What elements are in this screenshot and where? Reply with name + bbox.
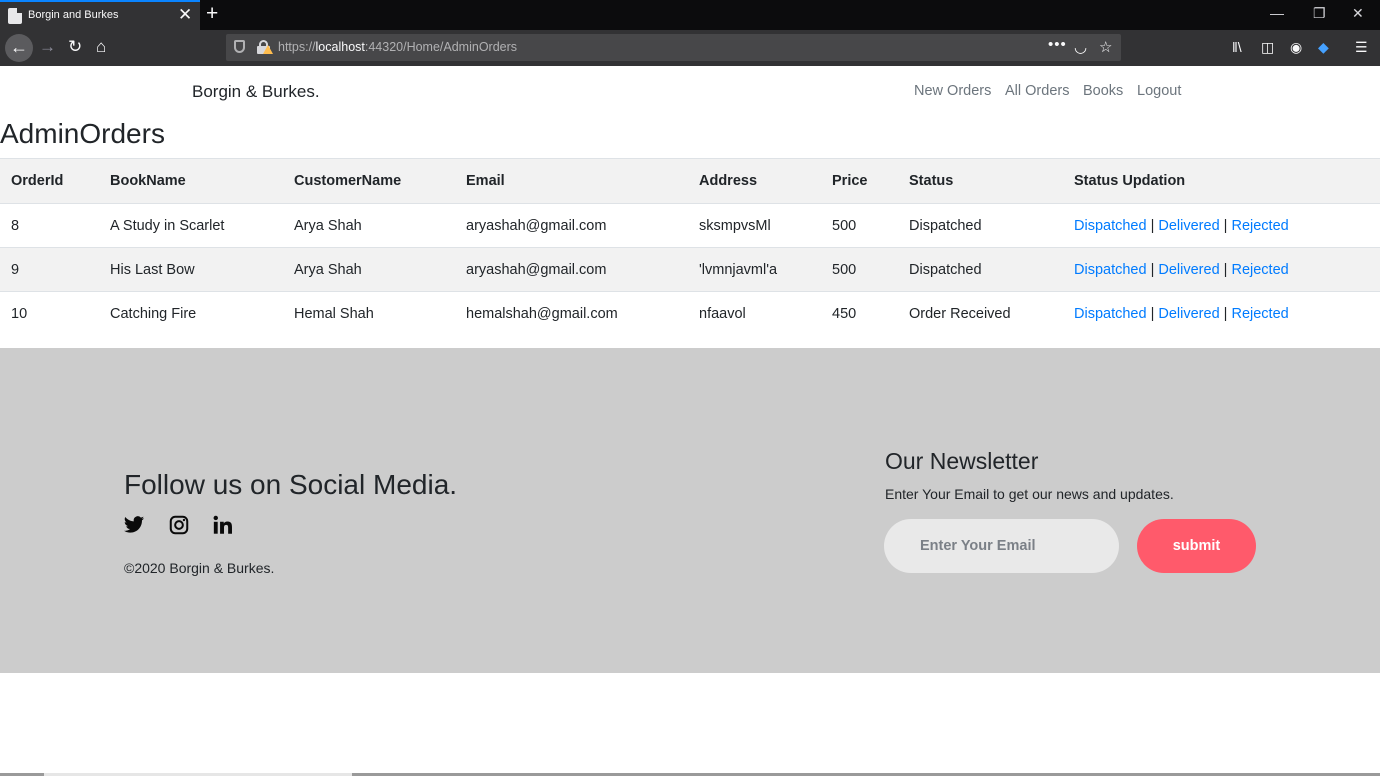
site-footer: Follow us on Social Media. ©2020 Borgin … — [0, 348, 1380, 673]
dispatched-link[interactable]: Dispatched — [1074, 218, 1147, 234]
status-cell: Order Received — [909, 305, 1011, 322]
separator: | — [1223, 217, 1228, 234]
rejected-link[interactable]: Rejected — [1231, 262, 1288, 278]
twitter-icon[interactable] — [123, 514, 145, 536]
rejected-link[interactable]: Rejected — [1231, 218, 1288, 234]
browser-tab[interactable]: Borgin and Burkes ✕ — [0, 0, 200, 30]
dispatched-link[interactable]: Dispatched — [1074, 262, 1147, 278]
address-cell: 'lvmnjavml'a — [688, 247, 821, 292]
browser-toolbar: ← → ↻ ⌂ https://localhost:44320/Home/Adm… — [0, 30, 1380, 66]
table-row: 10 Catching Fire Hemal Shah hemalshah@gm… — [0, 292, 1380, 336]
separator: | — [1223, 261, 1228, 278]
shield-icon[interactable] — [234, 40, 245, 53]
customer-name-cell: Arya Shah — [283, 203, 455, 248]
price-cell: 500 — [821, 203, 898, 248]
column-header: Price — [821, 158, 898, 204]
table-header-row: OrderId BookName CustomerName Email Addr… — [0, 158, 1380, 204]
book-name-cell: His Last Bow — [99, 247, 283, 292]
status-actions-cell: Dispatched | Delivered | Rejected — [1063, 203, 1380, 248]
column-header: Status — [898, 158, 1063, 204]
pocket-icon[interactable]: ◡ — [1074, 38, 1087, 56]
url-bar[interactable]: https://localhost:44320/Home/AdminOrders… — [226, 34, 1121, 61]
forward-icon[interactable]: → — [39, 36, 56, 58]
address-cell: nfaavol — [699, 305, 746, 322]
extension-icon[interactable]: ◆ — [1318, 39, 1329, 56]
order-id-cell: 10 — [11, 305, 28, 322]
browser-tab-bar: Borgin and Burkes ✕ + — ❐ ✕ — [0, 0, 1380, 30]
column-header: BookName — [99, 158, 283, 204]
instagram-icon[interactable] — [168, 514, 190, 536]
home-icon[interactable]: ⌂ — [96, 36, 106, 58]
order-id-cell: 8 — [0, 203, 99, 248]
column-header: Address — [688, 158, 821, 204]
price-cell: 500 — [821, 247, 898, 292]
tab-close-icon[interactable]: ✕ — [178, 5, 192, 25]
restore-icon[interactable]: ❐ — [1313, 5, 1326, 22]
nav-new-orders[interactable]: New Orders — [914, 83, 991, 99]
new-tab-icon[interactable]: + — [206, 2, 218, 26]
price-cell: 450 — [832, 305, 857, 322]
minimize-icon[interactable]: — — [1270, 5, 1284, 21]
page-title: AdminOrders — [0, 118, 165, 149]
column-header: OrderId — [0, 158, 99, 204]
column-header: Status Updation — [1063, 158, 1380, 204]
nav-all-orders[interactable]: All Orders — [1005, 83, 1069, 99]
account-icon[interactable]: ◉ — [1290, 39, 1302, 56]
delivered-link[interactable]: Delivered — [1158, 262, 1219, 278]
url-text[interactable]: https://localhost:44320/Home/AdminOrders — [278, 40, 517, 54]
sidebar-icon[interactable]: ◫ — [1261, 39, 1274, 56]
book-name-cell: Catching Fire — [110, 305, 197, 322]
copyright-text: ©2020 Borgin & Burkes. — [124, 560, 275, 576]
library-icon[interactable]: ‖\ — [1232, 39, 1242, 55]
linkedin-icon[interactable] — [212, 514, 234, 536]
more-icon[interactable]: ••• — [1048, 36, 1067, 53]
separator: | — [1150, 261, 1155, 278]
newsletter-email-input[interactable] — [884, 519, 1119, 573]
rejected-link[interactable]: Rejected — [1231, 306, 1288, 322]
site-brand[interactable]: Borgin & Burkes. — [192, 82, 320, 102]
address-cell: sksmpvsMl — [688, 203, 821, 248]
separator: | — [1150, 217, 1155, 234]
menu-icon[interactable]: ☰ — [1355, 39, 1368, 56]
column-header: Email — [455, 158, 688, 204]
book-name-cell: A Study in Scarlet — [99, 203, 283, 248]
delivered-link[interactable]: Delivered — [1158, 218, 1219, 234]
email-cell: hemalshah@gmail.com — [466, 305, 618, 322]
follow-heading: Follow us on Social Media. — [124, 469, 458, 500]
bookmark-star-icon[interactable]: ☆ — [1099, 38, 1112, 56]
status-actions-cell: Dispatched | Delivered | Rejected — [1063, 247, 1380, 292]
column-header: CustomerName — [283, 158, 455, 204]
status-cell: Dispatched — [898, 247, 1063, 292]
nav-books[interactable]: Books — [1083, 83, 1123, 99]
order-id-cell: 9 — [0, 247, 99, 292]
customer-name-cell: Hemal Shah — [294, 305, 374, 322]
email-cell: aryashah@gmail.com — [455, 203, 688, 248]
orders-table: OrderId BookName CustomerName Email Addr… — [0, 158, 1380, 336]
dispatched-link[interactable]: Dispatched — [1074, 306, 1147, 322]
separator: | — [1223, 305, 1228, 322]
newsletter-heading: Our Newsletter — [885, 448, 1039, 474]
lock-warning-icon[interactable] — [257, 40, 273, 54]
delivered-link[interactable]: Delivered — [1158, 306, 1219, 322]
tab-title: Borgin and Burkes — [28, 9, 119, 21]
page-favicon-icon — [8, 8, 22, 24]
newsletter-subtitle: Enter Your Email to get our news and upd… — [885, 486, 1174, 502]
separator: | — [1150, 305, 1155, 322]
newsletter-submit-button[interactable]: submit — [1137, 519, 1256, 573]
customer-name-cell: Arya Shah — [283, 247, 455, 292]
nav-logout[interactable]: Logout — [1137, 83, 1181, 99]
window-close-icon[interactable]: ✕ — [1352, 5, 1364, 22]
email-cell: aryashah@gmail.com — [455, 247, 688, 292]
back-icon[interactable]: ← — [5, 34, 33, 62]
status-cell: Dispatched — [898, 203, 1063, 248]
status-actions-cell: Dispatched | Delivered | Rejected — [1063, 292, 1380, 336]
table-row: 8 A Study in Scarlet Arya Shah aryashah@… — [0, 203, 1380, 248]
reload-icon[interactable]: ↻ — [68, 36, 82, 58]
table-row: 9 His Last Bow Arya Shah aryashah@gmail.… — [0, 247, 1380, 292]
